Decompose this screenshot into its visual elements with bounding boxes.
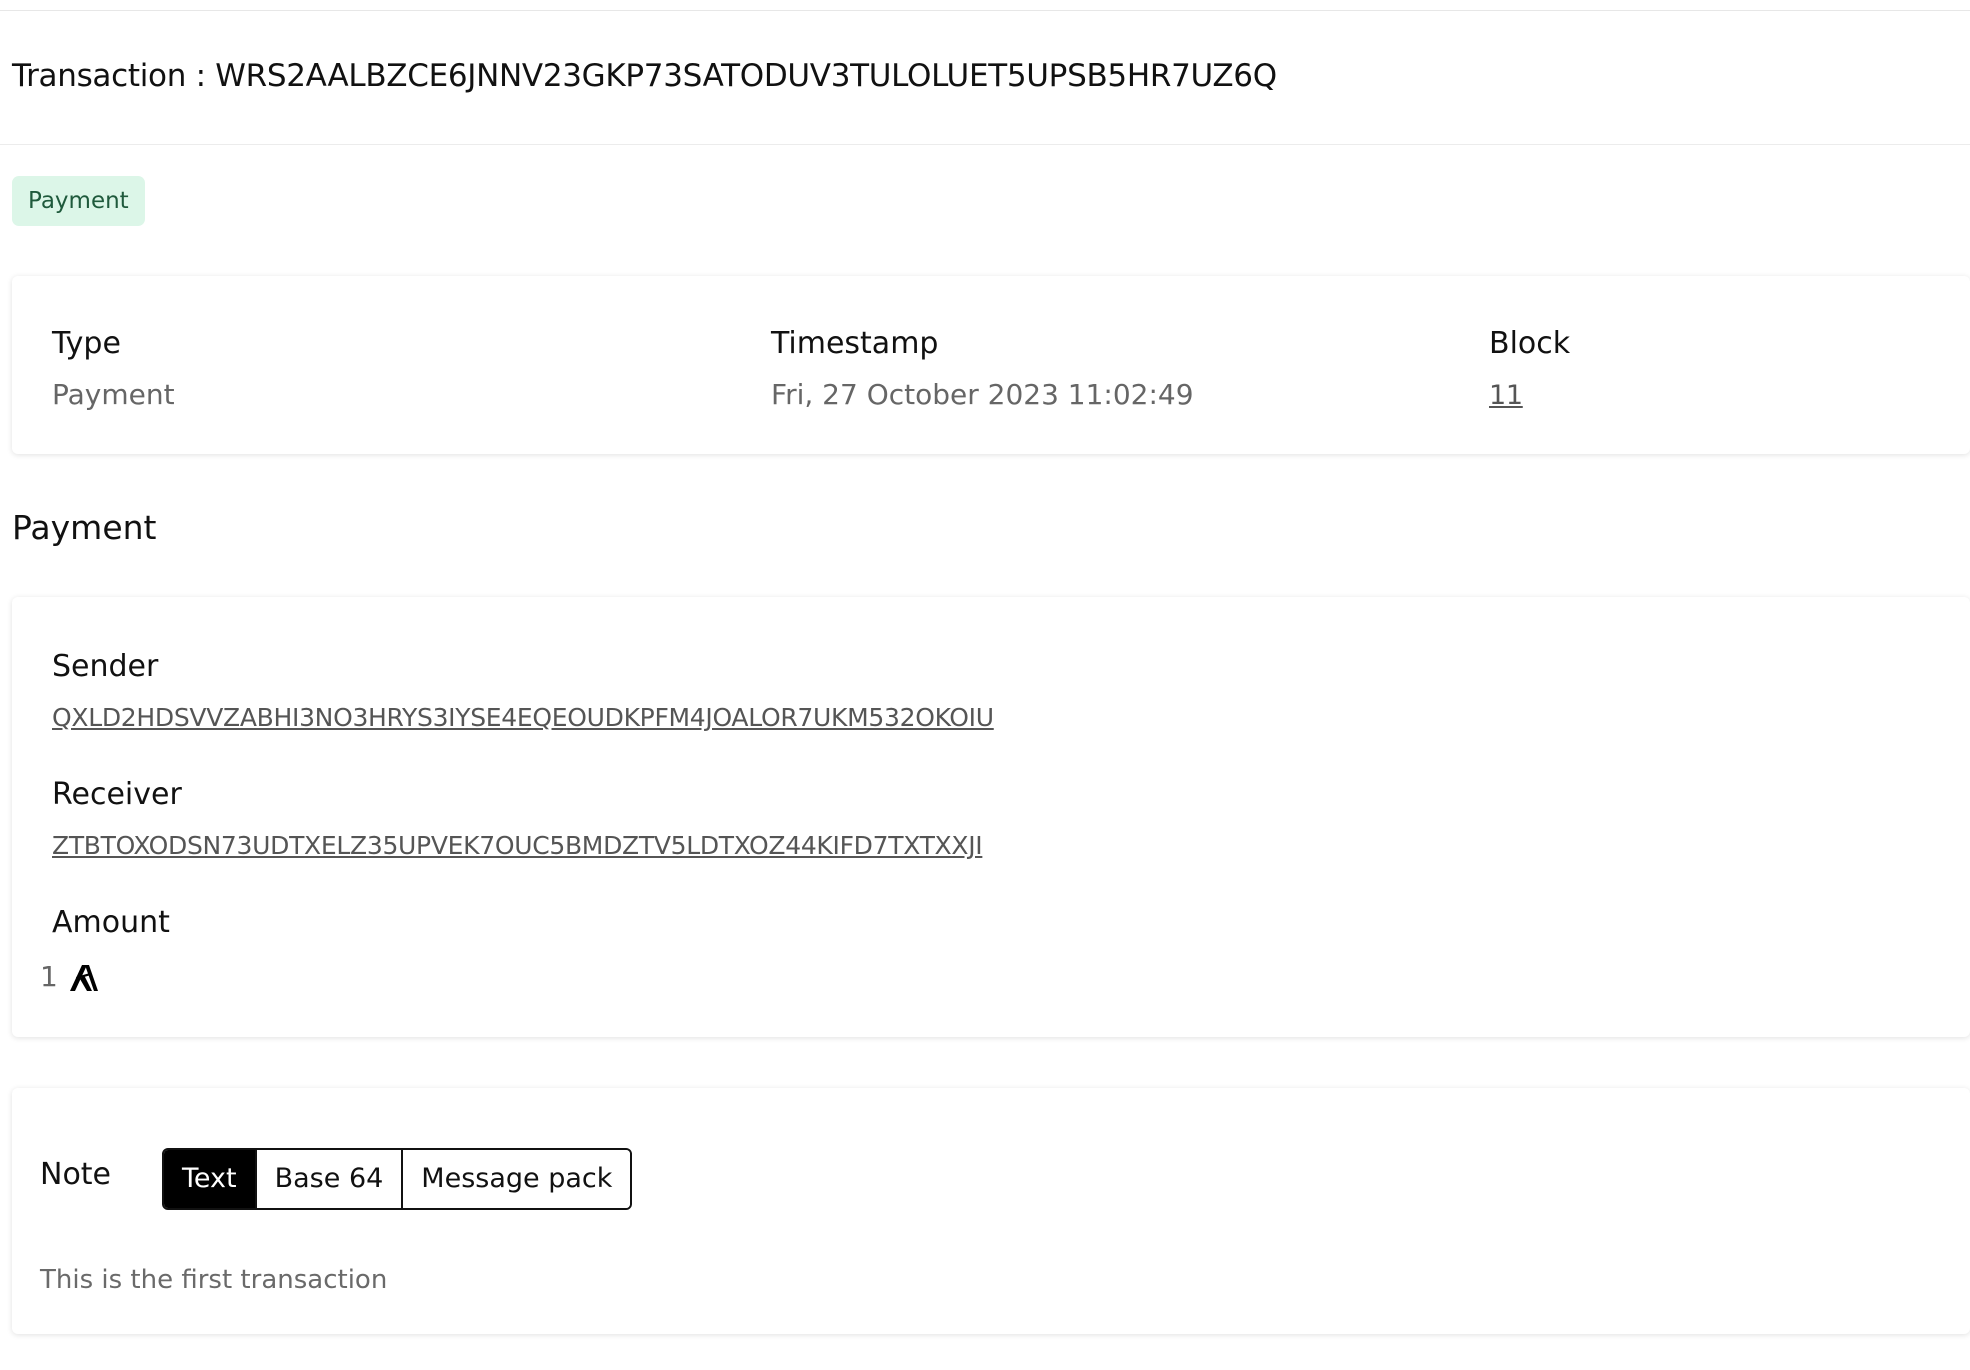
payment-details-card: Sender QXLD2HDSVVZABHI3NO3HRYS3IYSE4EQEO… <box>12 597 1970 1037</box>
block-label: Block <box>1489 326 1571 361</box>
algorand-icon <box>68 961 100 993</box>
transaction-type-badge: Payment <box>12 176 145 226</box>
note-tab-base64[interactable]: Base 64 <box>254 1150 402 1208</box>
note-label: Note <box>40 1157 112 1192</box>
note-card <box>12 1088 1970 1334</box>
timestamp-label: Timestamp <box>771 326 939 361</box>
transaction-summary-card: Type Payment Timestamp Fri, 27 October 2… <box>12 276 1970 454</box>
title-divider <box>0 144 1970 145</box>
note-format-toggle: Text Base 64 Message pack <box>162 1148 633 1210</box>
note-tab-text[interactable]: Text <box>164 1150 255 1208</box>
receiver-label: Receiver <box>52 777 182 812</box>
page-title: Transaction : WRS2AALBZCE6JNNV23GKP73SAT… <box>12 58 1277 94</box>
amount-display: 1 <box>40 960 100 993</box>
note-content: This is the first transaction <box>40 1265 388 1295</box>
type-value: Payment <box>52 378 175 411</box>
amount-label: Amount <box>52 905 170 940</box>
receiver-address-link[interactable]: ZTBTOXODSN73UDTXELZ35UPVEK7OUC5BMDZTV5LD… <box>52 831 983 860</box>
block-link[interactable]: 11 <box>1489 380 1523 411</box>
type-label: Type <box>52 326 121 361</box>
top-divider <box>0 10 1970 11</box>
sender-address-link[interactable]: QXLD2HDSVVZABHI3NO3HRYS3IYSE4EQEOUDKPFM4… <box>52 703 994 732</box>
sender-label: Sender <box>52 649 159 684</box>
amount-value: 1 <box>40 960 58 993</box>
note-tab-message-pack[interactable]: Message pack <box>401 1150 631 1208</box>
transaction-page: Transaction : WRS2AALBZCE6JNNV23GKP73SAT… <box>0 0 1970 1370</box>
payment-section-title: Payment <box>12 508 157 547</box>
timestamp-value: Fri, 27 October 2023 11:02:49 <box>771 378 1194 411</box>
